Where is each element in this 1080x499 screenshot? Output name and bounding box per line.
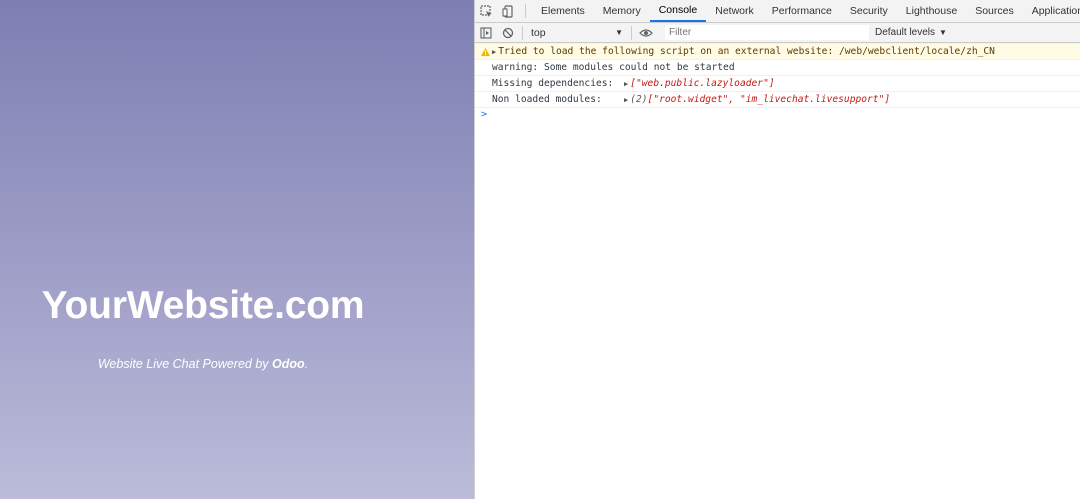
console-log-message: Non loaded modules: ▶ (2) ["root.widget"… xyxy=(475,92,1080,108)
device-toolbar-icon[interactable] xyxy=(497,0,519,22)
log-levels-label: Default levels xyxy=(875,27,936,38)
screen: YourWebsite.com Website Live Chat Powere… xyxy=(0,0,1080,499)
context-value: top xyxy=(531,26,546,39)
missing-deps-label: Missing dependencies: xyxy=(492,78,614,89)
nonloaded-count: (2) xyxy=(630,94,648,105)
tab-network[interactable]: Network xyxy=(706,0,763,22)
expand-triangle-icon[interactable]: ▶ xyxy=(492,48,496,56)
warning-icon xyxy=(479,47,492,56)
site-title: YourWebsite.com xyxy=(41,284,365,327)
tabbar-divider xyxy=(525,4,526,18)
inspect-element-icon[interactable] xyxy=(475,0,497,22)
tab-application[interactable]: Application xyxy=(1023,0,1080,22)
devtools-tabbar: Elements Memory Console Network Performa… xyxy=(475,0,1080,23)
tab-elements[interactable]: Elements xyxy=(532,0,594,22)
log-levels-dropdown[interactable]: Default levels ▼ xyxy=(875,27,947,38)
devtools-panel: Elements Memory Console Network Performa… xyxy=(474,0,1080,499)
nonloaded-value[interactable]: ["root.widget", "im_livechat.livesupport… xyxy=(648,94,891,105)
site-subtitle: Website Live Chat Powered by Odoo. xyxy=(0,357,406,371)
console-output: ▶ Tried to load the following script on … xyxy=(475,43,1080,121)
context-selector[interactable]: top ▼ xyxy=(526,23,628,42)
tab-lighthouse[interactable]: Lighthouse xyxy=(897,0,966,22)
tab-console[interactable]: Console xyxy=(649,0,707,22)
console-prompt-chevron-icon[interactable]: > xyxy=(475,108,1080,121)
expand-triangle-icon[interactable]: ▶ xyxy=(624,80,628,88)
caret-down-icon: ▼ xyxy=(939,28,947,37)
website-pane: YourWebsite.com Website Live Chat Powere… xyxy=(0,0,474,499)
console-warning-message[interactable]: ▶ Tried to load the following script on … xyxy=(475,43,1080,60)
tab-performance[interactable]: Performance xyxy=(763,0,841,22)
tab-memory[interactable]: Memory xyxy=(594,0,650,22)
live-expression-eye-icon[interactable] xyxy=(635,23,657,42)
clear-console-icon[interactable] xyxy=(497,23,519,42)
console-log-message: warning: Some modules could not be start… xyxy=(475,60,1080,76)
odoo-link[interactable]: Odoo xyxy=(272,357,305,371)
filter-input[interactable] xyxy=(665,25,869,40)
tab-sources[interactable]: Sources xyxy=(966,0,1023,22)
show-sidebar-icon[interactable] xyxy=(475,23,497,42)
caret-down-icon: ▼ xyxy=(615,28,623,37)
console-toolbar: top ▼ Default levels ▼ xyxy=(475,23,1080,43)
subtitle-suffix: . xyxy=(304,357,309,371)
console-log-message: Missing dependencies: ▶ ["web.public.laz… xyxy=(475,76,1080,92)
subtitle-prefix: Website Live Chat Powered by xyxy=(97,357,273,371)
log-text: warning: Some modules could not be start… xyxy=(492,62,735,73)
tab-security[interactable]: Security xyxy=(841,0,897,22)
toolbar-divider xyxy=(522,25,523,40)
missing-deps-value[interactable]: ["web.public.lazyloader"] xyxy=(630,78,774,89)
expand-triangle-icon[interactable]: ▶ xyxy=(624,96,628,104)
warning-text: Tried to load the following script on an… xyxy=(498,46,995,57)
nonloaded-label: Non loaded modules: xyxy=(492,94,602,105)
toolbar-divider xyxy=(631,25,632,40)
